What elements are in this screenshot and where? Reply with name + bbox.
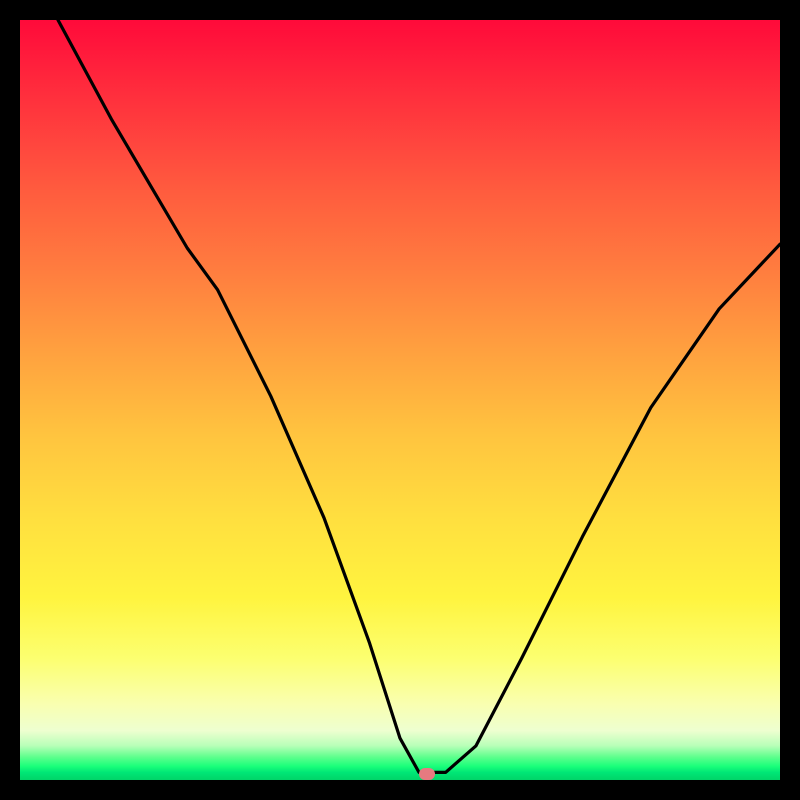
- bottleneck-curve: [20, 20, 780, 780]
- chart-frame: TheBottleneck.com: [20, 20, 780, 780]
- min-point-marker: [419, 768, 435, 780]
